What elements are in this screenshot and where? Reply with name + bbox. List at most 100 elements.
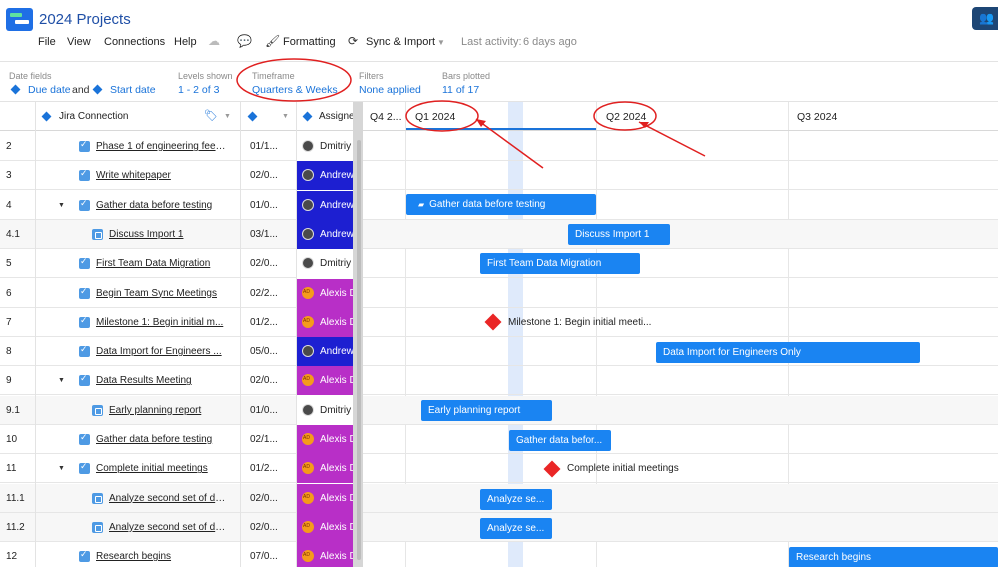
due-date-cell[interactable]: 01/1... bbox=[250, 132, 282, 161]
chevron-down-icon[interactable]: ▼ bbox=[224, 102, 231, 131]
task-name-link[interactable]: Analyze second set of data bbox=[109, 484, 229, 513]
gantt-bar[interactable]: First Team Data Migration bbox=[480, 253, 640, 274]
assignee-cell[interactable]: Andrew C bbox=[297, 190, 353, 220]
assignee-cell[interactable]: Andrew C bbox=[297, 219, 353, 249]
assignee-cell[interactable]: Dmitriy R bbox=[297, 395, 353, 425]
assignee-cell[interactable]: Dmitriy R bbox=[297, 249, 353, 279]
assignee-cell[interactable]: Andrew C bbox=[297, 161, 353, 191]
assignee-cell[interactable]: Alexis Di bbox=[297, 366, 353, 396]
task-name-link[interactable]: Write whitepaper bbox=[96, 161, 229, 190]
due-date-cell[interactable]: 02/0... bbox=[250, 366, 282, 395]
levels-label: Levels shown bbox=[178, 71, 233, 81]
assignee-name: Alexis Di bbox=[320, 463, 353, 475]
paint-roller-icon: 🖌 bbox=[265, 34, 281, 48]
assignee-cell[interactable]: Alexis Di bbox=[297, 454, 353, 484]
menu-file[interactable]: File bbox=[38, 36, 56, 48]
expand-caret-icon[interactable]: ▼ bbox=[58, 366, 65, 395]
table-row[interactable]: 10 Gather data before testing 02/1... Alexi… bbox=[0, 425, 998, 454]
task-name-link[interactable]: Analyze second set of data bbox=[109, 513, 229, 542]
assignee-cell[interactable]: Alexis Di bbox=[297, 512, 353, 542]
assignee-cell[interactable]: Alexis Di bbox=[297, 542, 353, 567]
expand-caret-icon[interactable]: ▼ bbox=[58, 191, 65, 220]
tag-icon[interactable]: 🏷 bbox=[204, 102, 218, 131]
gantt-bar[interactable]: Analyze se... bbox=[480, 518, 552, 539]
due-date-cell[interactable]: 02/1... bbox=[250, 425, 282, 454]
assignee-cell[interactable]: Dmitriy R bbox=[297, 132, 353, 161]
scrollbar-thumb[interactable] bbox=[357, 140, 361, 560]
app-logo-icon[interactable] bbox=[6, 8, 33, 31]
gantt-bar[interactable]: Data Import for Engineers Only bbox=[656, 342, 920, 363]
bar-label: Gather data before testing bbox=[429, 199, 546, 210]
jira-diamond-icon bbox=[10, 84, 21, 95]
assignee-cell[interactable]: Alexis Di bbox=[297, 483, 353, 513]
task-name-link[interactable]: Early planning report bbox=[109, 396, 229, 425]
assignee-cell[interactable]: Alexis Di bbox=[297, 278, 353, 308]
chevron-down-icon[interactable]: ▼ bbox=[282, 102, 289, 131]
filters-value[interactable]: None applied bbox=[359, 84, 421, 96]
due-date-cell[interactable]: 02/0... bbox=[250, 513, 282, 542]
gantt-bar[interactable]: Gather data befor... bbox=[509, 430, 611, 451]
quarter-label: Q2 2024 bbox=[606, 111, 647, 123]
gantt-bar[interactable]: Research begins bbox=[789, 547, 998, 567]
task-checkbox-icon bbox=[79, 549, 90, 563]
gantt-bar[interactable]: Early planning report bbox=[421, 400, 552, 421]
due-date-cell[interactable]: 01/2... bbox=[250, 454, 282, 483]
due-date-cell[interactable]: 07/0... bbox=[250, 542, 282, 567]
due-date-field[interactable]: Due date bbox=[28, 84, 71, 96]
due-date-cell[interactable]: 01/0... bbox=[250, 396, 282, 425]
menu-formatting[interactable]: Formatting bbox=[283, 36, 336, 48]
gantt-bar[interactable]: ▰ Gather data before testing bbox=[406, 194, 596, 215]
due-date-cell[interactable]: 02/2... bbox=[250, 279, 282, 308]
assignee-name: Alexis Di bbox=[320, 521, 353, 533]
table-row[interactable]: 6 Begin Team Sync Meetings 02/2... Alexis D… bbox=[0, 278, 998, 308]
due-date-cell[interactable]: 01/2... bbox=[250, 308, 282, 337]
bars-plotted-value[interactable]: 11 of 17 bbox=[442, 84, 479, 96]
comment-icon[interactable]: 💬 bbox=[237, 34, 252, 48]
column-divider bbox=[240, 102, 241, 567]
menu-view[interactable]: View bbox=[67, 36, 91, 48]
gantt-bar[interactable]: Discuss Import 1 bbox=[568, 224, 670, 245]
task-name-link[interactable]: Complete initial meetings bbox=[96, 454, 229, 483]
menu-sync-import[interactable]: Sync & Import bbox=[366, 36, 435, 48]
gantt-bar[interactable]: Analyze se... bbox=[480, 489, 552, 510]
due-date-cell[interactable]: 03/1... bbox=[250, 220, 282, 249]
assignee-name: Alexis Di bbox=[320, 434, 353, 445]
table-row[interactable]: 9 ▼ Data Results Meeting 02/0... Alexis Di bbox=[0, 366, 998, 396]
table-row[interactable]: 3 Write whitepaper 02/0... Andrew C bbox=[0, 161, 998, 191]
share-button[interactable]: 👥 bbox=[972, 7, 998, 30]
due-date-cell[interactable]: 02/0... bbox=[250, 161, 282, 190]
table-row[interactable]: 11 ▼ Complete initial meetings 01/2... Alexi… bbox=[0, 454, 998, 484]
menu-connections[interactable]: Connections bbox=[104, 36, 165, 48]
due-date-cell[interactable]: 01/0... bbox=[250, 191, 282, 220]
source-column-header[interactable]: Jira Connection bbox=[59, 102, 128, 131]
start-date-field[interactable]: Start date bbox=[110, 84, 156, 96]
assignee-cell[interactable]: Andrew C bbox=[297, 337, 353, 367]
due-date-cell[interactable]: 02/0... bbox=[250, 484, 282, 513]
assignee-cell[interactable]: Alexis Di bbox=[297, 307, 353, 337]
timeframe-label: Timeframe bbox=[252, 71, 295, 81]
task-name-link[interactable]: Milestone 1: Begin initial m... bbox=[96, 308, 229, 337]
task-name-link[interactable]: Gather data before testing bbox=[96, 191, 229, 220]
timeframe-value[interactable]: Quarters & Weeks bbox=[252, 84, 338, 96]
due-date-cell[interactable]: 05/0... bbox=[250, 337, 282, 366]
menu-help[interactable]: Help bbox=[174, 36, 197, 48]
chevron-down-icon[interactable]: ▼ bbox=[437, 38, 445, 47]
assignee-cell[interactable]: Alexis Di bbox=[297, 425, 353, 454]
task-name-link[interactable]: Gather data before testing bbox=[96, 425, 229, 454]
levels-value[interactable]: 1 - 2 of 3 bbox=[178, 84, 219, 96]
expand-caret-icon[interactable]: ▼ bbox=[58, 454, 65, 483]
task-name-link[interactable]: Discuss Import 1 bbox=[109, 220, 229, 249]
task-name-link[interactable]: Data Results Meeting bbox=[96, 366, 229, 395]
task-name-link[interactable]: Phase 1 of engineering feed... bbox=[96, 132, 229, 161]
task-name-link[interactable]: Begin Team Sync Meetings bbox=[96, 279, 229, 308]
page-title[interactable]: 2024 Projects bbox=[39, 11, 131, 28]
avatar bbox=[302, 433, 314, 445]
avatar bbox=[302, 257, 314, 270]
table-row[interactable]: 2 Phase 1 of engineering feed... 01/1... Dm… bbox=[0, 132, 998, 161]
due-date-cell[interactable]: 02/0... bbox=[250, 249, 282, 278]
task-name-link[interactable]: First Team Data Migration bbox=[96, 249, 229, 278]
task-name-link[interactable]: Research begins bbox=[96, 542, 229, 567]
table-row[interactable]: 4.1 Discuss Import 1 03/1... Andrew C bbox=[0, 219, 998, 249]
task-name-link[interactable]: Data Import for Engineers ... bbox=[96, 337, 229, 366]
assignee-name: Alexis Di bbox=[320, 551, 353, 563]
